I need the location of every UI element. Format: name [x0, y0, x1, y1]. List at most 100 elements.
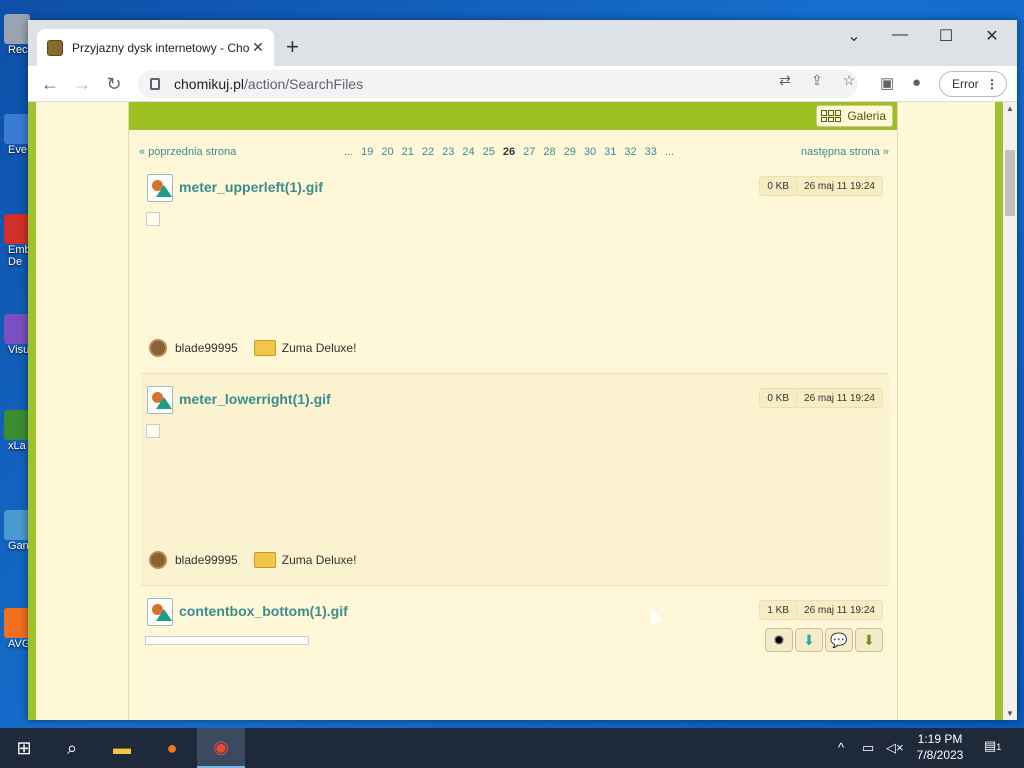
desktop-icon-emb[interactable]: Emb De	[0, 208, 31, 278]
file-size: 0 KB	[759, 388, 798, 408]
file-name-link[interactable]: meter_upperleft(1).gif	[179, 179, 323, 195]
file-owner: blade99995 Zuma Deluxe!	[149, 551, 356, 569]
side-panel-icon[interactable]: ▣	[880, 74, 894, 92]
image-thumbnail[interactable]	[146, 424, 160, 438]
page-number-link[interactable]: 25	[483, 146, 495, 158]
search-icon[interactable]: ⌕	[48, 728, 96, 768]
recycle-bin-icon	[4, 14, 30, 44]
page-background: Galeria « poprzednia strona ... 19 20 21 22…	[36, 102, 995, 720]
translate-icon[interactable]: ⇄	[776, 72, 794, 89]
galeria-button[interactable]: Galeria	[816, 105, 893, 127]
desktop-icon-visu[interactable]: Visu	[0, 308, 30, 378]
file-date: 26 maj 11 19:24	[797, 388, 883, 408]
site-favicon-icon	[47, 39, 63, 56]
page-number-link[interactable]: 27	[523, 146, 535, 158]
address-bar[interactable]: chomikuj.pl/action/SearchFiles	[138, 70, 858, 98]
folder-link[interactable]: Zuma Deluxe!	[282, 341, 357, 355]
taskbar: ⊞ ⌕ ▬ ● ◉ ^ ▭ ◁× 1:19 PM 7/8/2023 ▤1	[0, 728, 1024, 768]
page-numbers: ... 19 20 21 22 23 24 25 26 27 28 29 30 31 32 33...	[344, 146, 682, 158]
app-icon	[4, 114, 30, 144]
network-icon[interactable]: ▭	[862, 740, 874, 756]
system-clock[interactable]: 1:19 PM 7/8/2023	[912, 731, 968, 763]
app-icon	[4, 410, 30, 440]
file-meta: 1 KB 26 maj 11 19:24	[759, 600, 883, 620]
tab-strip: Przyjazny dysk internetowy - Cho ✕ + ⌄ —…	[28, 20, 1017, 66]
download-arrow-icon[interactable]: ⬇	[795, 628, 823, 652]
scrollbar-thumb[interactable]	[1005, 150, 1015, 216]
menu-dots-icon[interactable]: ⋮	[986, 72, 998, 96]
desktop-icon-avg[interactable]: AVG	[0, 602, 30, 672]
file-entry: meter_lowerright(1).gif 0 KB 26 maj 11 1…	[141, 374, 889, 586]
reload-icon[interactable]: ↻	[102, 72, 126, 96]
minimize-button[interactable]: —	[885, 26, 915, 44]
page-number-link[interactable]: 22	[422, 146, 434, 158]
share-icon[interactable]: ⇪	[808, 72, 826, 89]
image-thumbnail[interactable]	[146, 212, 160, 226]
file-explorer-icon[interactable]: ▬	[98, 728, 146, 768]
folder-link[interactable]: Zuma Deluxe!	[282, 553, 357, 567]
page-number-link[interactable]: 33	[645, 146, 657, 158]
maximize-button[interactable]: ☐	[931, 26, 961, 46]
tab-close-icon[interactable]: ✕	[250, 39, 266, 56]
app-icon	[4, 608, 30, 638]
desktop-icon-eve[interactable]: Eve	[0, 108, 30, 178]
page-number-link[interactable]: 19	[361, 146, 373, 158]
file-entry: meter_upperleft(1).gif 0 KB 26 maj 11 19…	[141, 174, 889, 374]
desktop-icon-xla[interactable]: xLa	[0, 404, 30, 474]
lock-icon	[150, 78, 160, 90]
desktop-icon-recycle-bin[interactable]: Rec	[0, 8, 30, 78]
copy-to-chomik-icon[interactable]: ⬇	[855, 628, 883, 652]
file-name-link[interactable]: meter_lowerright(1).gif	[179, 391, 331, 407]
web-page: Galeria « poprzednia strona ... 19 20 21 22…	[28, 102, 1003, 720]
scroll-up-arrow-icon[interactable]: ▲	[1003, 104, 1017, 113]
file-size: 0 KB	[759, 176, 798, 196]
chrome-icon[interactable]: ◉	[197, 728, 245, 768]
favorite-star-icon[interactable]: ✹	[765, 628, 793, 652]
page-number-link[interactable]: 21	[402, 146, 414, 158]
page-scrollbar[interactable]: ▲ ▼	[1003, 102, 1017, 720]
next-page-link[interactable]: następna strona »	[801, 146, 889, 158]
file-actions: ✹ ⬇ 💬 ⬇	[765, 628, 883, 652]
page-number-link[interactable]: 31	[604, 146, 616, 158]
divider	[141, 585, 889, 586]
page-number-link[interactable]: 29	[564, 146, 576, 158]
previous-page-link[interactable]: « poprzednia strona	[139, 146, 236, 158]
page-number-link[interactable]: 26	[503, 146, 515, 158]
folder-icon	[253, 552, 276, 568]
error-profile-button[interactable]: Error ⋮	[939, 71, 1007, 97]
url-text: chomikuj.pl/action/SearchFiles	[174, 76, 364, 92]
desktop-icon-gan[interactable]: Gan	[0, 504, 30, 574]
volume-muted-icon[interactable]: ◁×	[886, 740, 904, 756]
tab-active[interactable]: Przyjazny dysk internetowy - Cho ✕	[37, 29, 274, 66]
chevron-up-icon[interactable]: ^	[838, 740, 844, 755]
page-number-link[interactable]: 20	[381, 146, 393, 158]
file-meta: 0 KB 26 maj 11 19:24	[759, 176, 883, 196]
close-window-button[interactable]: ✕	[977, 26, 1007, 46]
back-arrow-icon[interactable]: ←	[38, 72, 62, 96]
firefox-icon[interactable]: ●	[148, 728, 196, 768]
page-number-link[interactable]: 28	[543, 146, 555, 158]
bookmark-star-icon[interactable]: ☆	[840, 72, 858, 89]
profile-avatar-icon[interactable]: ●	[912, 74, 921, 91]
notification-icon[interactable]: ▤1	[984, 738, 1001, 754]
image-preview-bar	[145, 636, 309, 645]
page-number-link[interactable]: 30	[584, 146, 596, 158]
file-size: 1 KB	[759, 600, 798, 620]
tab-search-chevron-icon[interactable]: ⌄	[839, 26, 869, 46]
owner-link[interactable]: blade99995	[175, 341, 238, 355]
new-tab-button[interactable]: +	[286, 34, 299, 60]
image-file-icon	[147, 386, 173, 414]
scroll-down-arrow-icon[interactable]: ▼	[1003, 709, 1017, 718]
file-name-link[interactable]: contentbox_bottom(1).gif	[179, 603, 348, 619]
page-number-link[interactable]: 32	[624, 146, 636, 158]
owner-link[interactable]: blade99995	[175, 553, 238, 567]
gallery-bar: Galeria	[129, 102, 897, 130]
browser-toolbar: ← → ↻ chomikuj.pl/action/SearchFiles ⇄ ⇪…	[28, 66, 1017, 102]
comment-bubble-icon[interactable]: 💬	[825, 628, 853, 652]
page-number-link[interactable]: 23	[442, 146, 454, 158]
page-number-link[interactable]: 24	[462, 146, 474, 158]
forward-arrow-icon[interactable]: →	[70, 72, 94, 96]
start-windows-icon[interactable]: ⊞	[0, 728, 48, 768]
pagination: « poprzednia strona ... 19 20 21 22 23 24 25 26…	[139, 146, 889, 162]
file-date: 26 maj 11 19:24	[797, 600, 883, 620]
